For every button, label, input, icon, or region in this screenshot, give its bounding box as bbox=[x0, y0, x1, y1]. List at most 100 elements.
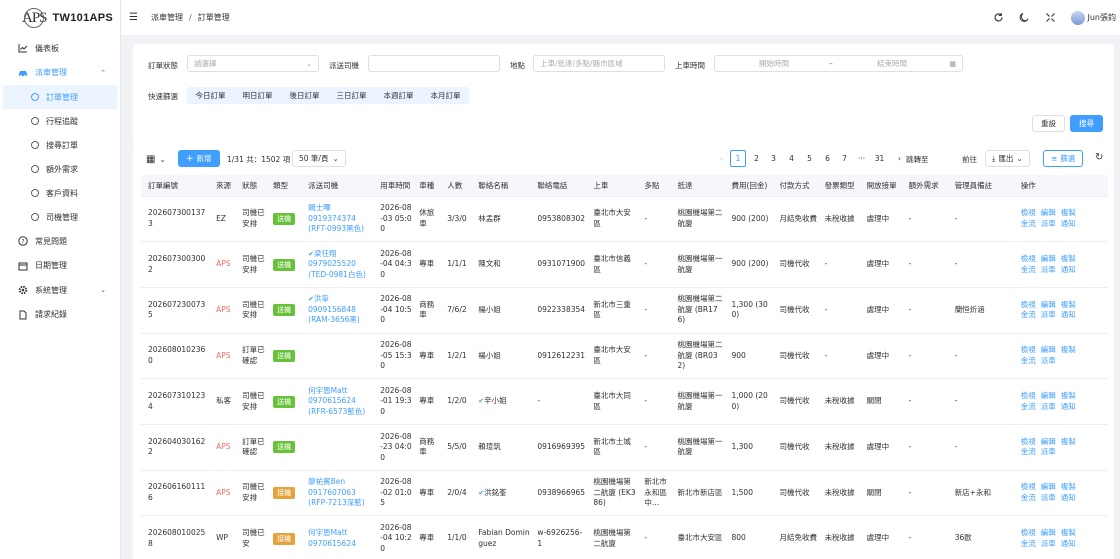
fullscreen-icon[interactable] bbox=[1045, 12, 1057, 24]
quick-tomorrow[interactable]: 明日訂單 bbox=[234, 87, 281, 104]
quick-three-days[interactable]: 三日訂單 bbox=[328, 87, 375, 104]
row-action-link[interactable]: 通知 bbox=[1061, 265, 1076, 274]
page-button-last[interactable]: 31 bbox=[873, 150, 886, 167]
driver-link[interactable]: 何宇恩Matt bbox=[308, 386, 373, 397]
table-row[interactable]: 2026080102360 APS 訂單已確認 送機 2026-08-05 15:30 專… bbox=[141, 333, 1108, 380]
time-range-picker[interactable]: 開始時間 – 結束時間 ▦ bbox=[714, 55, 963, 72]
row-action-link[interactable]: 複製 bbox=[1061, 254, 1076, 263]
table-row[interactable]: 2026080100258 WP 司機已安 接機 何宇恩Matt 0970615624 20… bbox=[141, 515, 1108, 559]
row-action-link[interactable]: 編輯 bbox=[1041, 300, 1056, 309]
driver-input[interactable] bbox=[368, 55, 500, 72]
row-action-link[interactable]: 金流 bbox=[1021, 265, 1036, 274]
page-button[interactable]: 5 bbox=[803, 150, 816, 167]
refresh-icon[interactable] bbox=[993, 12, 1005, 24]
row-action-link[interactable]: 金流 bbox=[1021, 539, 1036, 548]
column-settings[interactable]: ▦ ⌄ bbox=[146, 154, 166, 165]
breadcrumb-item[interactable]: 派車管理 bbox=[151, 12, 183, 23]
row-action-link[interactable]: 派車 bbox=[1041, 310, 1056, 319]
sidebar-subitem-customers[interactable]: 客戶資料 bbox=[0, 181, 120, 205]
row-action-link[interactable]: 編輯 bbox=[1041, 528, 1056, 537]
sidebar-item-system[interactable]: 系統管理 ⌄ bbox=[0, 278, 120, 303]
driver-link[interactable]: 0970615624 bbox=[308, 396, 373, 407]
driver-link[interactable]: 0979025520 bbox=[308, 259, 373, 270]
search-button[interactable]: 搜尋 bbox=[1070, 115, 1103, 132]
filter-button[interactable]: ≡ 篩選 bbox=[1043, 150, 1084, 167]
prev-page-button[interactable]: ‹ bbox=[715, 150, 728, 167]
sidebar-subitem-extra-needs[interactable]: 額外需求 bbox=[0, 157, 120, 181]
row-action-link[interactable]: 編輯 bbox=[1041, 437, 1056, 446]
row-action-link[interactable]: 複製 bbox=[1061, 437, 1076, 446]
row-action-link[interactable]: 通知 bbox=[1061, 402, 1076, 411]
driver-link[interactable]: (RFR-6573藍色) bbox=[308, 407, 373, 418]
quick-this-month[interactable]: 本月訂單 bbox=[422, 87, 469, 104]
quick-this-week[interactable]: 本週訂單 bbox=[375, 87, 422, 104]
row-action-link[interactable]: 通知 bbox=[1061, 493, 1076, 502]
sidebar-item-faq[interactable]: ? 常見問題 bbox=[0, 229, 120, 254]
row-action-link[interactable]: 複製 bbox=[1061, 300, 1076, 309]
sidebar-subitem-drivers[interactable]: 司機管理 bbox=[0, 205, 120, 229]
driver-link[interactable]: 何宇恩Matt bbox=[308, 528, 373, 539]
table-row[interactable]: 2026072300735 APS 司機已安排 送機 ✔洪寧 0909156848 (RAM… bbox=[141, 287, 1108, 334]
row-action-link[interactable]: 編輯 bbox=[1041, 345, 1056, 354]
sidebar-item-dates[interactable]: 日期管理 bbox=[0, 254, 120, 279]
driver-link[interactable]: ✔洪寧 bbox=[308, 294, 373, 305]
row-action-link[interactable]: 編輯 bbox=[1041, 391, 1056, 400]
row-action-link[interactable]: 通知 bbox=[1061, 310, 1076, 319]
brand-logo[interactable]: APS TW101APS bbox=[0, 0, 120, 36]
driver-link[interactable]: (TED-0981白色) bbox=[308, 270, 373, 281]
quick-today[interactable]: 今日訂單 bbox=[187, 87, 234, 104]
row-action-link[interactable]: 編輯 bbox=[1041, 208, 1056, 217]
row-action-link[interactable]: 檢視 bbox=[1021, 345, 1036, 354]
row-action-link[interactable]: 派車 bbox=[1041, 447, 1056, 456]
row-action-link[interactable]: 檢視 bbox=[1021, 300, 1036, 309]
driver-link[interactable]: 0970615624 bbox=[308, 539, 373, 550]
sidebar-item-dispatch[interactable]: 派車管理 ⌃ bbox=[0, 61, 120, 86]
row-action-link[interactable]: 派車 bbox=[1041, 402, 1056, 411]
row-action-link[interactable]: 派車 bbox=[1041, 219, 1056, 228]
add-order-button[interactable]: + 新增 bbox=[178, 150, 220, 167]
row-action-link[interactable]: 通知 bbox=[1061, 539, 1076, 548]
row-action-link[interactable]: 派車 bbox=[1041, 539, 1056, 548]
export-button[interactable]: ⤓ 匯出 ⌄ bbox=[985, 150, 1030, 167]
quick-day-after[interactable]: 後日訂單 bbox=[281, 87, 328, 104]
row-action-link[interactable]: 檢視 bbox=[1021, 482, 1036, 491]
row-action-link[interactable]: 複製 bbox=[1061, 345, 1076, 354]
menu-toggle-icon[interactable]: ☰ bbox=[129, 12, 141, 23]
page-button[interactable]: 6 bbox=[821, 150, 834, 167]
address-input[interactable]: 上車/抵達/多點/縣市區域 bbox=[533, 55, 665, 72]
driver-link[interactable]: ✔梁任翔 bbox=[308, 249, 373, 260]
driver-link[interactable]: 0917607063 bbox=[308, 488, 373, 499]
row-action-link[interactable]: 通知 bbox=[1061, 219, 1076, 228]
row-action-link[interactable]: 金流 bbox=[1021, 219, 1036, 228]
table-row[interactable]: 2026073003002 APS 司機已安排 送機 ✔梁任翔 0979025520 (TE… bbox=[141, 241, 1108, 288]
sidebar-subitem-orders[interactable]: 訂單管理 bbox=[3, 85, 117, 109]
driver-link[interactable]: 廖祐賓Ben bbox=[308, 477, 373, 488]
row-action-link[interactable]: 檢視 bbox=[1021, 528, 1036, 537]
user-menu[interactable]: Jun張鈞 bbox=[1070, 10, 1116, 25]
refresh-table-icon[interactable]: ↻ bbox=[1095, 152, 1103, 163]
row-action-link[interactable]: 檢視 bbox=[1021, 437, 1036, 446]
driver-link[interactable]: (RAM-3656黑) bbox=[308, 315, 373, 326]
page-button[interactable]: 7 bbox=[838, 150, 851, 167]
moon-icon[interactable] bbox=[1019, 12, 1031, 24]
next-page-button[interactable]: › bbox=[893, 150, 906, 167]
row-action-link[interactable]: 檢視 bbox=[1021, 391, 1036, 400]
table-row[interactable]: 2026061601116 APS 司機已安排 接機 廖祐賓Ben 0917607063(… bbox=[141, 470, 1108, 517]
page-button[interactable]: 3 bbox=[767, 150, 780, 167]
row-action-link[interactable]: 編輯 bbox=[1041, 482, 1056, 491]
row-action-link[interactable]: 編輯 bbox=[1041, 254, 1056, 263]
sidebar-item-request-log[interactable]: 請求紀錄 bbox=[0, 303, 120, 328]
table-row[interactable]: 2026040301622 APS 訂單已確認 送機 2026-08-23 04:00 商… bbox=[141, 424, 1108, 471]
row-action-link[interactable]: 金流 bbox=[1021, 402, 1036, 411]
row-action-link[interactable]: 金流 bbox=[1021, 356, 1036, 365]
row-action-link[interactable]: 派車 bbox=[1041, 265, 1056, 274]
page-size-select[interactable]: 50 筆/頁 ⌄ bbox=[292, 150, 346, 167]
driver-link[interactable]: (RFP-7213深藍) bbox=[308, 498, 373, 509]
row-action-link[interactable]: 派車 bbox=[1041, 493, 1056, 502]
page-button-current[interactable]: 1 bbox=[730, 150, 746, 167]
page-ellipsis[interactable]: ··· bbox=[855, 150, 868, 167]
sidebar-item-dashboard[interactable]: 儀表板 bbox=[0, 36, 120, 61]
row-action-link[interactable]: 複製 bbox=[1061, 208, 1076, 217]
jump-go-button[interactable]: 前往 bbox=[962, 154, 977, 165]
driver-link[interactable]: (RFT-0993黑色) bbox=[308, 224, 373, 235]
